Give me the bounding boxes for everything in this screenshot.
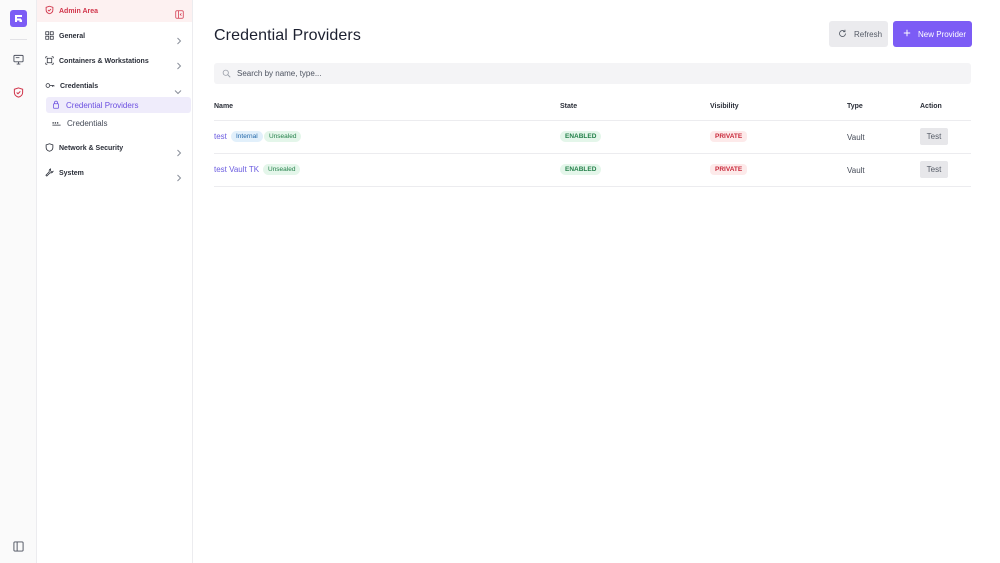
visibility-badge: PRIVATE: [710, 164, 748, 175]
unsealed-badge: Unsealed: [264, 131, 302, 142]
key-icon: [45, 77, 55, 95]
chevron-right-icon: [176, 57, 182, 75]
internal-badge: Internal: [231, 131, 263, 142]
containers-icon: [45, 52, 54, 70]
grid-icon: [45, 27, 54, 45]
column-header-type: Type: [847, 103, 863, 110]
type-cell: Vault: [847, 133, 865, 142]
sidebar-item-label: Containers & Workstations: [59, 57, 149, 65]
sidebar-item-label: Network & Security: [59, 144, 124, 152]
column-header-name: Name: [214, 103, 234, 110]
admin-area-label: Admin Area: [59, 7, 99, 15]
new-provider-label: New Provider: [918, 29, 967, 39]
sidebar-item-network-security[interactable]: Network & Security: [37, 139, 192, 157]
search-bar: [214, 63, 971, 84]
test-button[interactable]: Test: [920, 128, 948, 145]
plus-icon: [903, 29, 911, 39]
sidebar-item-credentials[interactable]: Credentials: [37, 77, 192, 95]
table-divider: [214, 186, 971, 187]
admin-sidebar: Admin Area General Containers & Workstat…: [37, 0, 193, 563]
table-divider: [214, 153, 971, 154]
provider-name-link[interactable]: test Vault TK: [214, 165, 259, 174]
sidebar-item-label: System: [59, 169, 84, 177]
chevron-right-icon: [176, 32, 182, 50]
app-rail: [0, 0, 37, 563]
type-cell: Vault: [847, 166, 865, 175]
page-title: Credential Providers: [214, 27, 361, 44]
sidebar-item-system[interactable]: System: [37, 164, 192, 182]
state-badge: ENABLED: [560, 131, 602, 142]
lock-icon: [52, 96, 60, 114]
search-input[interactable]: [237, 69, 937, 78]
sidebar-item-general[interactable]: General: [37, 27, 192, 45]
unsealed-badge: Unsealed: [263, 164, 301, 175]
column-header-state: State: [560, 103, 578, 110]
admin-area-header[interactable]: Admin Area: [37, 0, 192, 22]
refresh-button[interactable]: Refresh: [829, 21, 888, 47]
state-badge: ENABLED: [560, 164, 602, 175]
sidebar-item-label: Credentials: [60, 82, 99, 90]
panel-toggle-icon[interactable]: [9, 537, 28, 556]
dots-icon: [52, 114, 61, 132]
main-content: Credential Providers Refresh New Provide…: [194, 0, 1000, 563]
sidebar-subitem-label: Credential Providers: [66, 100, 139, 110]
sidebar-subitem-credential-providers[interactable]: Credential Providers: [46, 97, 191, 113]
app-logo-icon[interactable]: [10, 10, 27, 27]
rail-divider: [10, 39, 27, 40]
sidebar-collapse-icon[interactable]: [175, 6, 184, 24]
column-header-action: Action: [920, 103, 942, 110]
shield-outline-icon: [45, 139, 54, 157]
chevron-right-icon: [176, 169, 182, 187]
table-divider: [214, 120, 971, 121]
refresh-icon: [838, 29, 847, 40]
shield-icon[interactable]: [9, 83, 28, 102]
sidebar-subitem-label: Credentials: [67, 118, 108, 128]
sidebar-item-label: General: [59, 32, 86, 40]
shield-icon: [45, 2, 54, 20]
refresh-label: Refresh: [854, 29, 883, 39]
new-provider-button[interactable]: New Provider: [893, 21, 972, 47]
search-icon: [222, 65, 231, 83]
sidebar-item-containers[interactable]: Containers & Workstations: [37, 52, 192, 70]
wrench-icon: [45, 164, 54, 182]
test-button[interactable]: Test: [920, 161, 948, 178]
chevron-right-icon: [176, 144, 182, 162]
provider-name-link[interactable]: test: [214, 132, 227, 141]
monitor-icon[interactable]: [9, 50, 28, 69]
column-header-visibility: Visibility: [710, 103, 739, 110]
sidebar-subitem-credentials[interactable]: Credentials: [46, 115, 191, 131]
visibility-badge: PRIVATE: [710, 131, 748, 142]
